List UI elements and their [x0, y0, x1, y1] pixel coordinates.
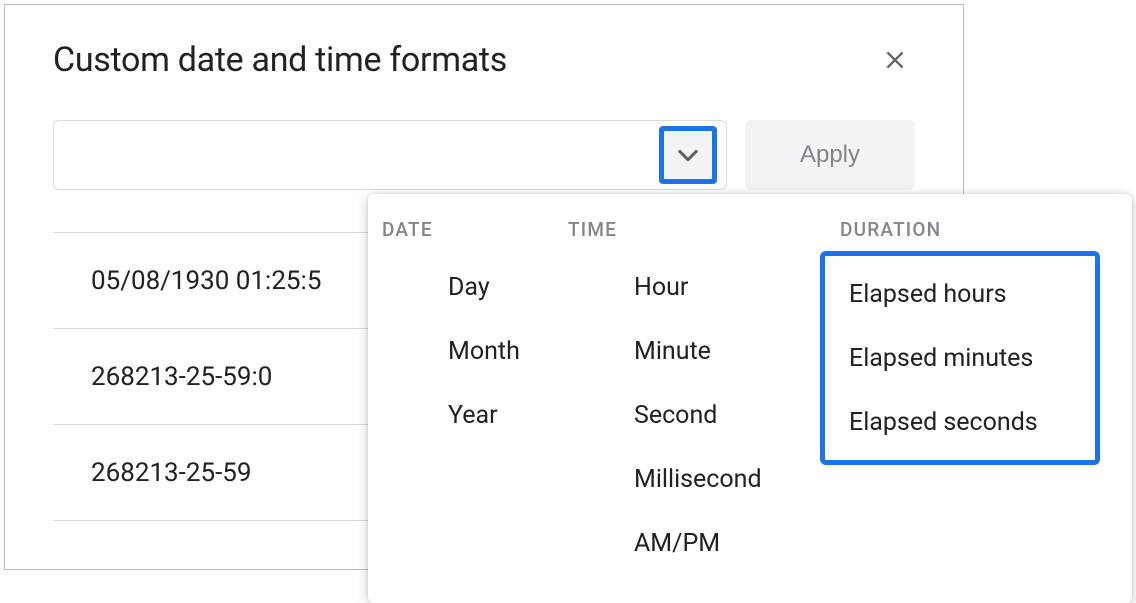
- format-token-dropdown: DATE Day Month Year TIME Hour Minute Sec…: [368, 194, 1132, 603]
- menu-item-month[interactable]: Month: [382, 319, 568, 383]
- menu-item-elapsed-hours[interactable]: Elapsed hours: [825, 262, 1095, 326]
- close-icon: [882, 47, 908, 73]
- menu-item-elapsed-seconds[interactable]: Elapsed seconds: [825, 390, 1095, 454]
- dialog-header: Custom date and time formats: [53, 40, 915, 80]
- dialog-title: Custom date and time formats: [53, 40, 507, 80]
- menu-item-day[interactable]: Day: [382, 255, 568, 319]
- dropdown-col-duration: DURATION Elapsed hours Elapsed minutes E…: [820, 212, 1100, 575]
- input-row: Apply: [53, 120, 915, 190]
- menu-item-second[interactable]: Second: [568, 383, 820, 447]
- menu-item-millisecond[interactable]: Millisecond: [568, 447, 820, 511]
- menu-item-elapsed-minutes[interactable]: Elapsed minutes: [825, 326, 1095, 390]
- menu-item-minute[interactable]: Minute: [568, 319, 820, 383]
- format-token-dropdown-button[interactable]: [659, 126, 717, 184]
- menu-item-ampm[interactable]: AM/PM: [568, 511, 820, 575]
- apply-button[interactable]: Apply: [745, 120, 915, 190]
- chevron-down-icon: [674, 141, 702, 169]
- menu-item-year[interactable]: Year: [382, 383, 568, 447]
- col-header-duration: DURATION: [820, 212, 1100, 255]
- format-input-wrap: [53, 120, 727, 190]
- duration-highlight: Elapsed hours Elapsed minutes Elapsed se…: [820, 251, 1100, 465]
- dropdown-columns: DATE Day Month Year TIME Hour Minute Sec…: [368, 212, 1132, 575]
- col-header-time: TIME: [568, 212, 820, 255]
- dropdown-col-time: TIME Hour Minute Second Millisecond AM/P…: [568, 212, 820, 575]
- close-button[interactable]: [875, 40, 915, 80]
- dropdown-col-date: DATE Day Month Year: [382, 212, 568, 575]
- col-header-date: DATE: [382, 212, 568, 255]
- menu-item-hour[interactable]: Hour: [568, 255, 820, 319]
- format-input[interactable]: [53, 120, 727, 190]
